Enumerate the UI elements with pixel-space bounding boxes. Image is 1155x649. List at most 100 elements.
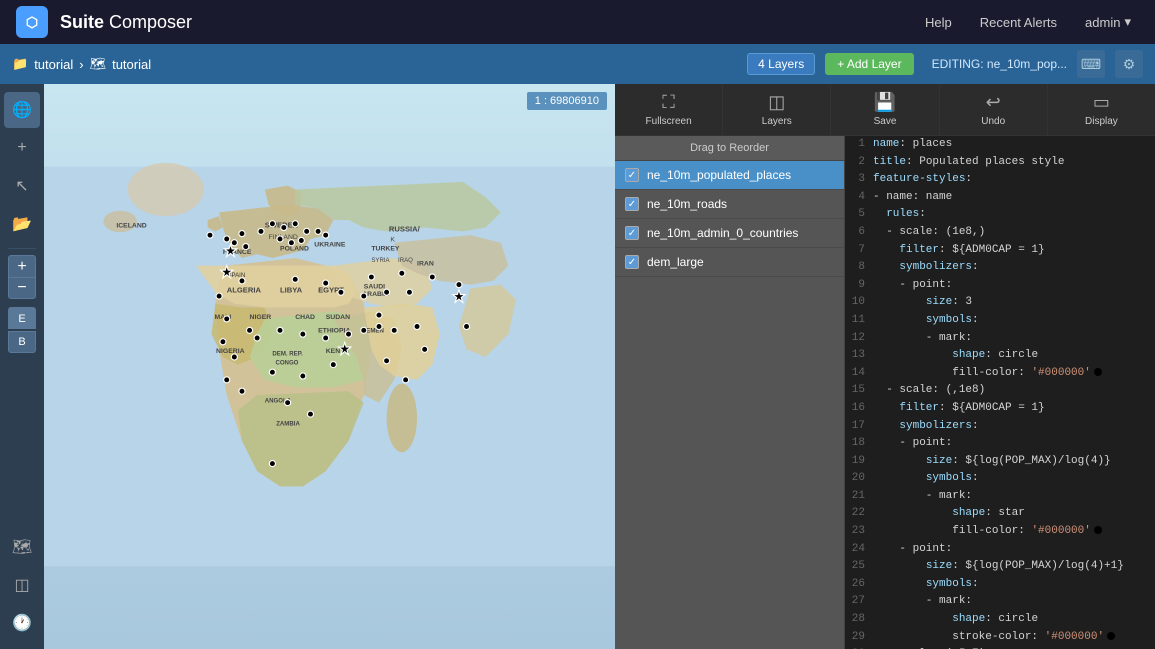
line-content: size: 3 xyxy=(873,294,972,312)
code-line: 4- name: name xyxy=(845,189,1155,207)
layer-checkbox[interactable]: ✓ xyxy=(625,226,639,240)
save-icon: 💾 xyxy=(874,92,896,113)
help-link[interactable]: Help xyxy=(917,11,960,34)
admin-menu[interactable]: admin ▾ xyxy=(1077,10,1139,34)
code-line: 17 symbolizers: xyxy=(845,418,1155,436)
fullscreen-icon: ⛶ xyxy=(662,92,675,113)
line-number: 1 xyxy=(845,136,873,154)
svg-text:SAUDI: SAUDI xyxy=(364,283,385,290)
code-panel[interactable]: 1name: places2title: Populated places st… xyxy=(845,136,1155,649)
line-content: stroke-color: '#000000' xyxy=(873,629,1115,647)
brand-suite: Suite xyxy=(60,12,104,33)
line-number: 13 xyxy=(845,347,873,365)
sidebar-plus-btn[interactable]: + xyxy=(4,130,40,166)
undo-action-btn[interactable]: ↩ Undo xyxy=(940,84,1048,135)
svg-text:ZAMBIA: ZAMBIA xyxy=(276,421,300,428)
code-line: 5 rules: xyxy=(845,206,1155,224)
line-content: fill-color: '#000000' xyxy=(873,365,1102,383)
right-action-bar: ⛶ Fullscreen ◫ Layers 💾 Save ↩ Undo ▭ Di… xyxy=(615,84,1155,136)
line-content: symbolizers: xyxy=(873,418,979,436)
map-svg: SWEDEN FINLAND ICELAND POLAND UKRAINE FR… xyxy=(44,84,615,649)
layer-item[interactable]: ✓ne_10m_roads xyxy=(615,190,844,219)
layer-e-btn[interactable]: E xyxy=(8,307,36,329)
breadcrumb-map[interactable]: tutorial xyxy=(112,57,151,72)
layer-item[interactable]: ✓ne_10m_admin_0_countries xyxy=(615,219,844,248)
line-content: fill-color: '#000000' xyxy=(873,523,1102,541)
line-content: - point: xyxy=(873,541,952,559)
layer-checkbox[interactable]: ✓ xyxy=(625,255,639,269)
code-line: 18 - point: xyxy=(845,435,1155,453)
top-navigation: ⬡ Suite Composer Help Recent Alerts admi… xyxy=(0,0,1155,44)
line-number: 5 xyxy=(845,206,873,224)
line-content: - mark: xyxy=(873,488,972,506)
code-line: 28 shape: circle xyxy=(845,611,1155,629)
line-number: 6 xyxy=(845,224,873,242)
sidebar-clock-btn[interactable]: 🕐 xyxy=(4,605,40,641)
brand-product: Composer xyxy=(109,12,192,33)
layer-panel: Drag to Reorder ✓ne_10m_populated_places… xyxy=(615,136,845,649)
code-line: 24 - point: xyxy=(845,541,1155,559)
layer-item[interactable]: ✓dem_large xyxy=(615,248,844,277)
fullscreen-action-btn[interactable]: ⛶ Fullscreen xyxy=(615,84,723,135)
line-content: filter: ${ADM0CAP = 1} xyxy=(873,400,1045,418)
map-background: SWEDEN FINLAND ICELAND POLAND UKRAINE FR… xyxy=(44,84,615,649)
sidebar-folder-btn[interactable]: 📂 xyxy=(4,206,40,242)
layer-item[interactable]: ✓ne_10m_populated_places xyxy=(615,161,844,190)
left-sidebar: 🌐 + ↖ 📂 + − E B 🗺 ◫ 🕐 xyxy=(0,84,44,649)
brand-name: Suite Composer xyxy=(60,12,192,33)
layer-checkbox[interactable]: ✓ xyxy=(625,168,639,182)
zoom-in-btn[interactable]: + xyxy=(8,255,36,277)
code-line: 3feature-styles: xyxy=(845,171,1155,189)
svg-text:NIGERIA: NIGERIA xyxy=(216,348,245,355)
svg-text:K: K xyxy=(390,236,395,243)
breadcrumb: 📁 tutorial › 🗺 tutorial xyxy=(12,56,151,72)
svg-text:UKRAINE: UKRAINE xyxy=(314,242,346,249)
layer-b-btn[interactable]: B xyxy=(8,331,36,353)
layers-action-btn[interactable]: ◫ Layers xyxy=(723,84,831,135)
layers-list: ✓ne_10m_populated_places✓ne_10m_roads✓ne… xyxy=(615,161,844,277)
svg-text:DEM. REP.: DEM. REP. xyxy=(272,350,303,357)
line-content: - scale: (,1e8) xyxy=(873,382,985,400)
line-content: - name: name xyxy=(873,189,952,207)
line-number: 8 xyxy=(845,259,873,277)
line-content: symbols: xyxy=(873,576,979,594)
recent-alerts-link[interactable]: Recent Alerts xyxy=(972,11,1065,34)
sidebar-layers-btn[interactable]: ◫ xyxy=(4,567,40,603)
map-area[interactable]: SWEDEN FINLAND ICELAND POLAND UKRAINE FR… xyxy=(44,84,615,649)
layer-checkbox[interactable]: ✓ xyxy=(625,197,639,211)
line-content: - point: xyxy=(873,277,952,295)
admin-caret-icon: ▾ xyxy=(1124,14,1131,30)
line-number: 7 xyxy=(845,242,873,260)
zoom-out-btn[interactable]: − xyxy=(8,277,36,299)
line-number: 21 xyxy=(845,488,873,506)
line-content: - point: xyxy=(873,435,952,453)
svg-text:POLAND: POLAND xyxy=(280,245,309,252)
sidebar-map-btn[interactable]: 🗺 xyxy=(4,529,40,565)
code-line: 6 - scale: (1e8,) xyxy=(845,224,1155,242)
sidebar-cursor-btn[interactable]: ↖ xyxy=(4,168,40,204)
sidebar-divider-1 xyxy=(8,248,36,249)
add-layer-button[interactable]: + Add Layer xyxy=(825,53,913,75)
main-layout: 🌐 + ↖ 📂 + − E B 🗺 ◫ 🕐 xyxy=(0,84,1155,649)
layers-count-badge[interactable]: 4 Layers xyxy=(747,53,815,75)
gear-icon[interactable]: ⚙ xyxy=(1115,50,1143,78)
display-action-btn[interactable]: ▭ Display xyxy=(1048,84,1155,135)
line-number: 25 xyxy=(845,558,873,576)
line-content: symbols: xyxy=(873,312,979,330)
svg-text:SUDAN: SUDAN xyxy=(326,314,350,321)
line-content: symbolizers: xyxy=(873,259,979,277)
svg-text:ICELAND: ICELAND xyxy=(116,223,146,230)
line-number: 18 xyxy=(845,435,873,453)
line-content: symbols: xyxy=(873,470,979,488)
line-content: name: places xyxy=(873,136,952,154)
line-number: 9 xyxy=(845,277,873,295)
line-number: 4 xyxy=(845,189,873,207)
sidebar-globe-btn[interactable]: 🌐 xyxy=(4,92,40,128)
fullscreen-label: Fullscreen xyxy=(646,116,692,127)
save-action-btn[interactable]: 💾 Save xyxy=(831,84,939,135)
code-line: 21 - mark: xyxy=(845,488,1155,506)
breadcrumb-project[interactable]: tutorial xyxy=(34,57,73,72)
keyboard-icon[interactable]: ⌨ xyxy=(1077,50,1105,78)
line-content: shape: star xyxy=(873,505,1025,523)
line-number: 3 xyxy=(845,171,873,189)
